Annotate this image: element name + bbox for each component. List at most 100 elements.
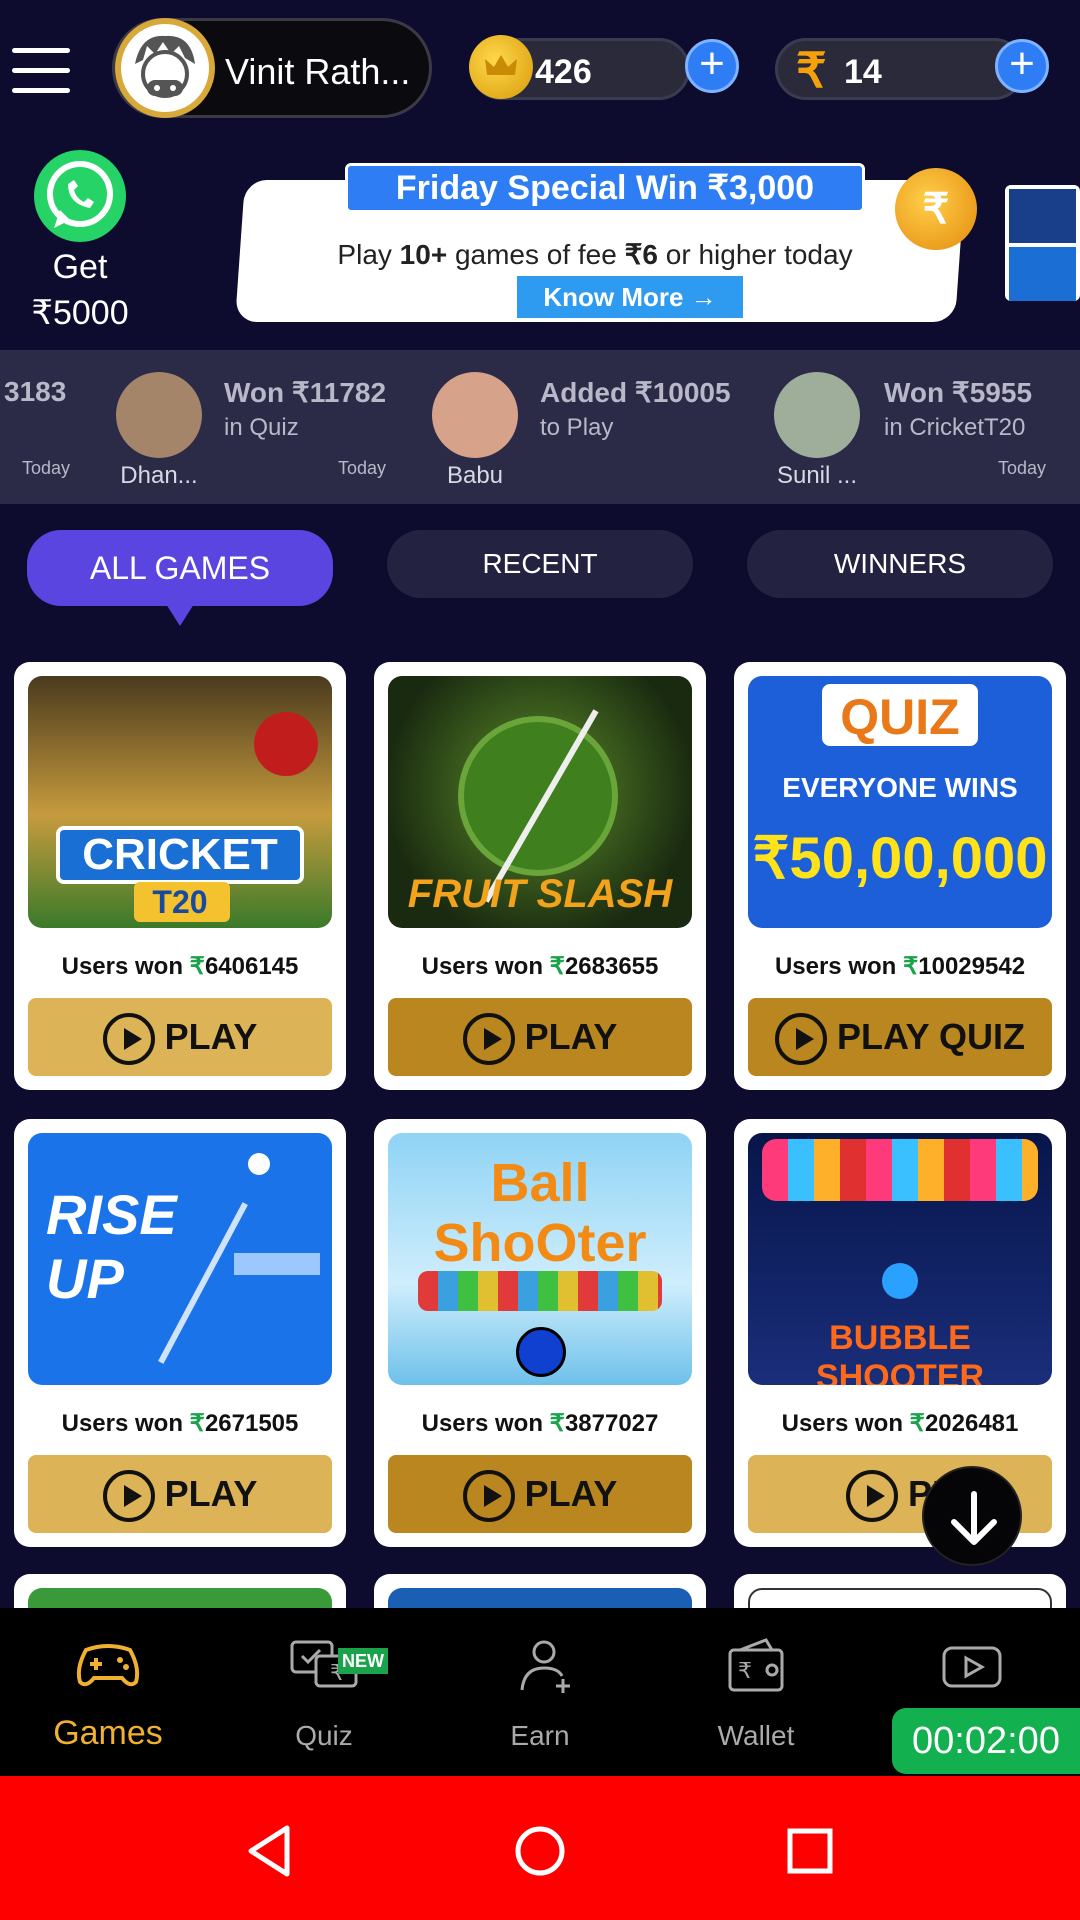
users-won: Users won ₹3877027	[421, 1410, 659, 1437]
top-bar: Vinit Rath... 426 + ₹ 14 +	[0, 0, 1080, 140]
whatsapp-text-2: ₹5000	[31, 294, 129, 332]
play-button[interactable]: PLAY	[28, 1455, 332, 1533]
ticker-date: Today	[22, 458, 71, 478]
users-won: Users won ₹6406145	[61, 953, 299, 980]
promo-text: Play 10+ games of fee ₹6 or higher today	[337, 239, 853, 270]
tab-pointer	[166, 604, 194, 626]
play-quiz-button[interactable]: PLAY QUIZ	[748, 998, 1052, 1076]
users-won: Users won ₹2026481	[781, 1410, 1019, 1437]
winners-ticker: 3183 Today Dhan... Won ₹11782 in Quiz To…	[0, 350, 1080, 504]
whatsapp-text-1: Get	[52, 248, 108, 286]
menu-icon[interactable]	[12, 48, 70, 94]
thumb-title: FRUIT SLASH	[407, 872, 673, 916]
crown-coin-icon	[469, 35, 533, 99]
tab-winners[interactable]: WINNERS	[747, 530, 1053, 598]
wallet-icon: ₹	[728, 1638, 784, 1692]
gamepad-icon	[76, 1644, 140, 1687]
nav-label: Wallet	[717, 1720, 795, 1751]
thumb-title: Ball ShoOter	[433, 1153, 647, 1273]
play-button[interactable]: PLAY	[388, 1455, 692, 1533]
play-icon	[462, 1013, 515, 1066]
game-thumbnail[interactable]: CRICKET T20	[28, 676, 332, 928]
ticker-title: 3183	[4, 376, 67, 407]
avatar	[116, 372, 202, 458]
rupee-balance: ₹ 14 +	[775, 38, 1049, 100]
ticker-item: Sunil ... Won ₹5955 in CricketT20 Today	[770, 350, 1080, 504]
avatar	[432, 372, 518, 458]
video-play-icon	[942, 1646, 1002, 1688]
avatar	[115, 18, 215, 118]
game-thumbnail[interactable]: BUBBLE SHOOTER	[748, 1133, 1052, 1385]
play-button[interactable]: PLAY	[28, 998, 332, 1076]
next-banner-thumb[interactable]	[1005, 185, 1080, 301]
thumb-title: BUBBLE SHOOTER	[815, 1319, 985, 1385]
ticker-item: Babu Added ₹10005 to Play	[426, 350, 736, 504]
system-nav-bar	[0, 1776, 1080, 1920]
nav-earn[interactable]: Earn	[432, 1608, 648, 1776]
coin-balance: 426 +	[469, 35, 739, 100]
tab-recent[interactable]: RECENT	[387, 530, 693, 598]
whatsapp-promo[interactable]: Get ₹5000	[20, 150, 140, 334]
arrow-down-icon	[951, 1491, 997, 1545]
thumb-title: RISE UP	[46, 1183, 177, 1310]
rupee-icon: ₹	[796, 45, 827, 98]
users-won: Users won ₹10029542	[774, 953, 1026, 980]
nav-wallet[interactable]: ₹ Wallet	[648, 1608, 864, 1776]
ticker-title: Won ₹5955	[884, 377, 1033, 408]
game-card-quiz[interactable]: QUIZ EVERYONE WINS ₹50,00,000 Users won …	[734, 662, 1066, 1090]
game-card-rise-up[interactable]: RISE UP Users won ₹2671505 PLAY	[14, 1119, 346, 1547]
users-won: Users won ₹2683655	[421, 953, 659, 980]
thumb-title: CRICKET	[82, 830, 278, 879]
thumb-prize: ₹50,00,000	[752, 826, 1048, 891]
ticker-title: Won ₹11782	[224, 377, 387, 408]
ticker-item: 3183 Today	[0, 350, 80, 504]
svg-text:₹: ₹	[738, 1659, 752, 1684]
ticker-name: Dhan...	[120, 462, 198, 489]
session-timer: 00:02:00	[892, 1708, 1080, 1774]
thumb-sub: EVERYONE WINS	[782, 772, 1018, 803]
new-badge: NEW	[338, 1648, 388, 1674]
recents-icon[interactable]	[775, 1816, 845, 1886]
ticker-title: Added ₹10005	[540, 377, 731, 408]
profile-pill[interactable]: Vinit Rath...	[112, 18, 432, 118]
nav-label: Earn	[510, 1720, 570, 1751]
nav-label: Quiz	[295, 1720, 353, 1751]
add-money-button[interactable]: +	[995, 39, 1049, 93]
game-card-cricket[interactable]: CRICKET T20 Users won ₹6406145 PLAY	[14, 662, 346, 1090]
home-icon[interactable]	[505, 1816, 575, 1886]
know-more-button[interactable]: Know More →	[517, 276, 743, 318]
tab-all-games[interactable]: ALL GAMES	[27, 530, 333, 606]
nav-quiz[interactable]: ₹ Quiz	[216, 1608, 432, 1776]
game-thumbnail[interactable]: Ball ShoOter	[388, 1133, 692, 1385]
users-won: Users won ₹2671505	[61, 1410, 299, 1437]
ball-icon	[254, 712, 318, 776]
ticker-item: Dhan... Won ₹11782 in Quiz Today	[110, 350, 400, 504]
ticker-sub: in CricketT20	[884, 414, 1026, 441]
coin-value: 426	[535, 53, 592, 91]
profile-name: Vinit Rath...	[225, 51, 411, 92]
thumb-sub: T20	[152, 884, 208, 920]
back-icon[interactable]	[235, 1816, 305, 1886]
rupee-coin-icon: ₹	[895, 168, 977, 250]
play-button[interactable]: PLAY	[388, 998, 692, 1076]
rupee-value: 14	[844, 53, 882, 91]
ticker-name: Sunil ...	[776, 462, 858, 489]
game-card-ball-shooter[interactable]: Ball ShoOter Users won ₹3877027 PLAY	[374, 1119, 706, 1547]
game-thumbnail[interactable]: QUIZ EVERYONE WINS ₹50,00,000	[748, 676, 1052, 928]
ticker-date: Today	[998, 458, 1047, 478]
nav-label: Games	[53, 1714, 163, 1752]
game-thumbnail[interactable]: RISE UP	[28, 1133, 332, 1385]
scroll-down-button[interactable]	[922, 1466, 1022, 1566]
add-coins-button[interactable]: +	[685, 39, 739, 93]
play-icon	[845, 1470, 898, 1523]
nav-games[interactable]: Games	[0, 1608, 216, 1776]
ticker-sub: to Play	[540, 414, 614, 441]
ticker-sub: in Quiz	[224, 414, 299, 441]
play-icon	[462, 1470, 515, 1523]
game-card-fruit-slash[interactable]: FRUIT SLASH Users won ₹2683655 PLAY	[374, 662, 706, 1090]
game-thumbnail[interactable]: FRUIT SLASH	[388, 676, 692, 928]
ticker-date: Today	[338, 458, 387, 478]
whatsapp-icon	[34, 150, 126, 242]
avatar	[774, 372, 860, 458]
play-icon	[102, 1470, 155, 1523]
